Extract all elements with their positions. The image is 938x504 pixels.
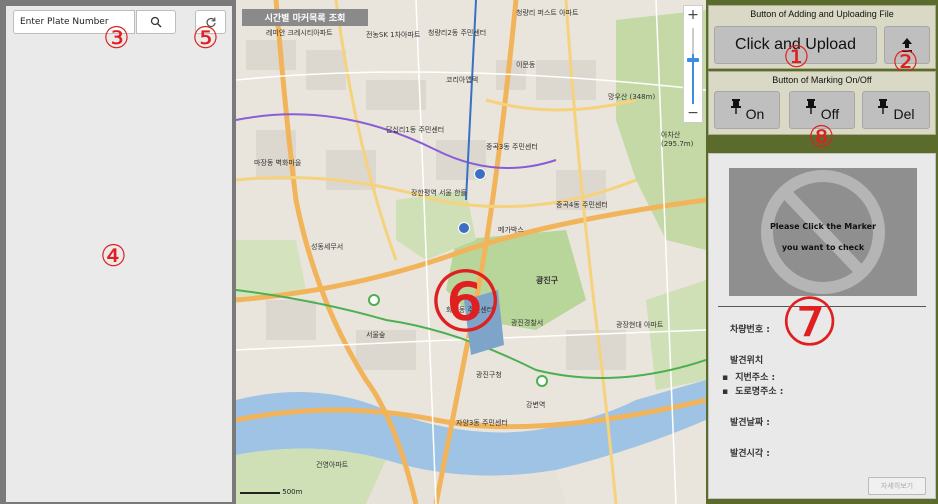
pin-icon	[878, 99, 889, 114]
station-marker-icon[interactable]	[474, 168, 486, 180]
road-address-text: 도로명주소 :	[735, 387, 784, 397]
found-date-label: 발견날짜 :	[730, 418, 770, 428]
map-label: 광진경찰서	[511, 319, 544, 327]
map-label: 아차산 (295.7m)	[661, 131, 694, 148]
no-selection-image	[729, 168, 917, 296]
road-address-label: ▪ 도로명주소 :	[722, 387, 784, 397]
station-marker-icon[interactable]	[536, 375, 548, 387]
prohibited-icon	[761, 170, 885, 294]
car-number-label: 차량번호 :	[730, 325, 770, 335]
del-label: Del	[893, 106, 915, 122]
annotation-5: ⑤	[192, 21, 219, 56]
map-scale: 500m	[240, 488, 302, 496]
map-label: 서울숲	[366, 331, 386, 339]
info-message-line1: Please Click the Marker	[769, 222, 877, 231]
station-marker-icon[interactable]	[458, 222, 470, 234]
search-button[interactable]	[136, 10, 176, 34]
map-label: 건영아파트	[316, 461, 349, 469]
pin-icon	[805, 99, 816, 114]
marking-delete-button[interactable]: Del	[862, 91, 930, 129]
map-view[interactable]: 청량리 퍼스트 아파트 레미안 크레시티아파트 전농SK 1차아파트 청량리2동…	[236, 0, 706, 504]
annotation-3: ③	[103, 21, 130, 56]
map-label: 이문동	[516, 61, 536, 69]
upload-group-title: Button of Adding and Uploading File	[750, 9, 894, 19]
map-label: 성동세무서	[311, 243, 344, 251]
map-label: 중곡4동 주민센터	[556, 201, 608, 209]
map-label: 광장현대 아파트	[616, 321, 664, 329]
map-label: 광진구청	[476, 371, 502, 379]
map-title: 시간별 마커목록 조회	[242, 9, 368, 26]
annotation-8: ⑧	[808, 120, 835, 155]
search-icon	[150, 16, 162, 28]
found-time-label: 발견시각 :	[730, 449, 770, 459]
annotation-6: ⑥	[428, 253, 504, 351]
map-scale-label: 500m	[282, 488, 303, 496]
map-label: 마장동 벽화마을	[254, 159, 302, 167]
map-label: 코리아앱텍	[446, 76, 479, 84]
pin-icon	[730, 99, 741, 114]
map-label: 망우산 (348m)	[608, 93, 656, 101]
found-location-label: 발견위치	[730, 356, 764, 366]
info-message-line2: you want to check	[781, 243, 865, 252]
zoom-slider-handle[interactable]	[687, 58, 699, 62]
map-label: 청량리2동 주민센터	[428, 29, 487, 37]
map-label: 강변역	[526, 401, 546, 409]
annotation-7: ⑦	[780, 284, 840, 361]
map-label: 장한평역 서울 한들	[411, 189, 467, 197]
zoom-out-button[interactable]: −	[683, 103, 703, 123]
on-label: On	[745, 106, 765, 122]
map-label: 레미안 크레시티아파트	[266, 29, 333, 37]
map-label: 청량리 퍼스트 아파트	[516, 9, 579, 17]
zoom-in-button[interactable]: +	[683, 5, 703, 25]
annotation-4: ④	[100, 239, 127, 274]
map-label: 전농SK 1차아파트	[366, 31, 421, 39]
detail-button[interactable]: 자세히보기	[868, 477, 926, 495]
map-label: 메가박스	[498, 226, 524, 234]
lot-address-text: 지번주소 :	[735, 373, 776, 383]
station-marker-icon[interactable]	[368, 294, 380, 306]
marking-group-title: Button of Marking On/Off	[772, 75, 872, 85]
map-label: 자양3동 주민센터	[456, 419, 508, 427]
lot-address-label: ▪ 지번주소 :	[722, 373, 776, 383]
map-label: 광진구	[536, 276, 559, 285]
marking-on-button[interactable]: On	[714, 91, 780, 129]
map-label: 답십리1동 주민센터	[386, 126, 445, 134]
annotation-1: ①	[783, 40, 810, 75]
map-label: 중곡3동 주민센터	[486, 143, 538, 151]
